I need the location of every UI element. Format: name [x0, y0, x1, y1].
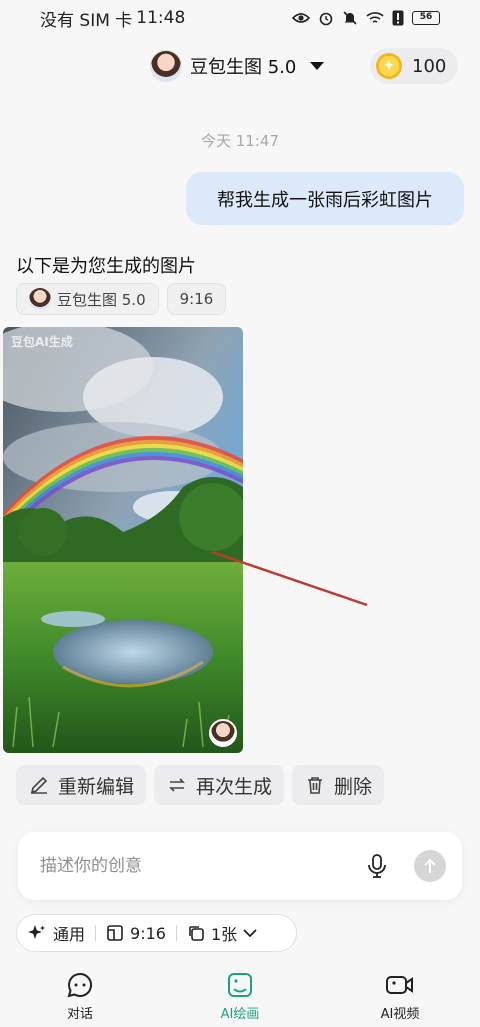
options-divider	[95, 925, 97, 941]
style-label: 通用	[53, 925, 86, 944]
tab-ai-video[interactable]: AI视频	[350, 971, 450, 1022]
generated-image[interactable]: 豆包AI生成	[3, 327, 243, 753]
chat-timestamp: 今天 11:47	[201, 132, 279, 150]
model-avatar	[150, 50, 182, 82]
delete-button[interactable]: 删除	[292, 765, 385, 805]
arrow-up-icon	[424, 858, 436, 873]
generation-options: 通用 9:16 1张	[16, 914, 297, 952]
pencil-icon	[30, 776, 48, 794]
coins-balance[interactable]: ✦ 100	[370, 48, 458, 84]
re-edit-button[interactable]: 重新编辑	[16, 765, 147, 805]
model-name: 豆包生图 5.0	[190, 57, 297, 78]
ratio-chip-label: 9:16	[179, 290, 214, 308]
wifi-icon	[366, 12, 384, 23]
re-edit-label: 重新编辑	[58, 775, 135, 798]
status-icons: 56	[292, 10, 440, 26]
count-label: 1张	[210, 925, 238, 944]
tab-ai-draw[interactable]: AI绘画	[190, 971, 290, 1022]
clock: 11:48	[136, 8, 186, 28]
image-watermark: 豆包AI生成	[11, 335, 73, 349]
regenerate-label: 再次生成	[196, 775, 273, 798]
trash-icon	[308, 777, 323, 794]
ratio-label: 9:16	[130, 923, 166, 943]
style-option[interactable]: 通用	[27, 921, 85, 945]
model-chip[interactable]: 豆包生图 5.0	[16, 283, 159, 315]
user-message-text: 帮我生成一张雨后彩虹图片	[217, 189, 433, 211]
prompt-input[interactable]	[40, 856, 366, 876]
tab-chat[interactable]: 对话	[30, 971, 130, 1022]
image-avatar	[209, 719, 237, 747]
tab-chat-label: 对话	[66, 1006, 93, 1022]
chevron-down-icon	[243, 929, 257, 938]
ratio-option[interactable]: 9:16	[106, 924, 166, 943]
eye-icon	[292, 13, 310, 23]
model-selector[interactable]: 豆包生图 5.0	[150, 48, 325, 84]
copies-icon	[189, 926, 204, 941]
carrier-text: 没有 SIM 卡	[40, 10, 133, 31]
ratio-chip[interactable]: 9:16	[166, 283, 227, 315]
rainbow-landscape-image	[3, 327, 243, 753]
sparkle-icon	[28, 925, 45, 939]
microphone-icon[interactable]	[366, 853, 388, 879]
tab-ai-draw-label: AI绘画	[220, 1006, 260, 1022]
generation-info-chips: 豆包生图 5.0 9:16	[16, 283, 227, 315]
send-button[interactable]	[414, 850, 446, 882]
aspect-ratio-icon	[107, 925, 123, 941]
prompt-box	[18, 832, 462, 900]
delete-label: 删除	[334, 775, 373, 798]
header: 豆包生图 5.0 ✦ 100	[0, 44, 480, 88]
mute-icon	[343, 11, 357, 25]
model-chip-label: 豆包生图 5.0	[57, 290, 146, 309]
bottom-tab-bar: 对话 AI绘画 AI视频	[0, 965, 480, 1027]
count-option[interactable]: 1张	[187, 921, 257, 945]
video-camera-icon	[386, 975, 413, 994]
user-message-bubble[interactable]: 帮我生成一张雨后彩虹图片	[186, 172, 464, 225]
ai-draw-icon	[228, 972, 252, 997]
model-chip-avatar	[29, 288, 51, 310]
chat-bubble-icon	[67, 972, 92, 997]
image-actions: 重新编辑 再次生成 删除	[16, 765, 385, 805]
options-divider	[175, 925, 177, 941]
status-bar: 没有 SIM 卡 11:48 56	[0, 0, 480, 36]
tab-ai-video-label: AI视频	[380, 1006, 420, 1022]
alert-icon	[392, 10, 404, 26]
dropdown-caret-icon	[310, 62, 325, 70]
assistant-reply-text: 以下是为您生成的图片	[16, 256, 196, 277]
refresh-icon	[169, 778, 185, 792]
coins-count: 100	[412, 55, 447, 77]
battery-indicator: 56	[412, 11, 440, 25]
coin-icon: ✦	[376, 53, 402, 79]
regenerate-button[interactable]: 再次生成	[154, 765, 285, 805]
alarm-icon	[319, 12, 333, 26]
